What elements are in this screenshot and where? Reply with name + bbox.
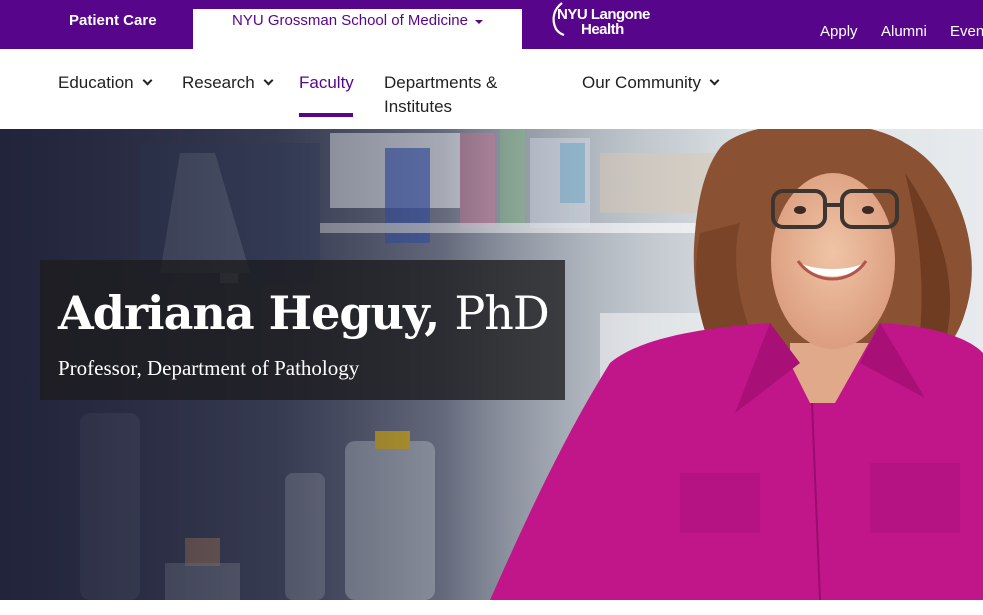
- school-selector-label: NYU Grossman School of Medicine: [232, 12, 468, 29]
- nav-faculty-label: Faculty: [299, 73, 354, 92]
- nav-education-label: Education: [58, 73, 134, 92]
- page-bottom-gap: [0, 600, 983, 615]
- nav-research-label: Research: [182, 73, 255, 92]
- nav-departments-label-line2: Institutes: [384, 97, 453, 116]
- nav-education[interactable]: Education: [58, 71, 153, 95]
- profile-position: Professor, Department of Pathology: [58, 356, 360, 380]
- nav-our-community[interactable]: Our Community: [582, 71, 720, 95]
- profile-degree: PhD: [454, 286, 549, 340]
- nav-faculty[interactable]: Faculty: [299, 71, 354, 95]
- patient-care-link[interactable]: Patient Care: [69, 12, 157, 29]
- chevron-down-icon: [709, 75, 720, 86]
- profile-name: Adriana Heguy, PhD: [58, 286, 550, 340]
- alumni-link[interactable]: Alumni: [881, 23, 927, 40]
- main-navigation: Education Research Faculty Departments &…: [0, 49, 983, 129]
- chevron-down-icon: [263, 75, 274, 86]
- school-selector-tab[interactable]: NYU Grossman School of Medicine: [193, 9, 522, 49]
- caret-down-icon: [474, 20, 483, 24]
- chevron-down-icon: [142, 75, 153, 86]
- active-nav-indicator: [299, 113, 353, 117]
- nav-departments-label-line1: Departments &: [384, 73, 498, 92]
- profile-title-box: Adriana Heguy, PhD Professor, Department…: [40, 260, 565, 400]
- nyu-langone-health-logo[interactable]: NYU Langone Health: [548, 1, 658, 39]
- events-link[interactable]: Events: [950, 23, 983, 40]
- hero-banner: Adriana Heguy, PhD Professor, Department…: [0, 113, 983, 600]
- nav-research[interactable]: Research: [182, 71, 274, 95]
- nav-our-community-label: Our Community: [582, 73, 702, 92]
- apply-link[interactable]: Apply: [820, 23, 858, 40]
- logo-text-line2: Health: [581, 21, 624, 38]
- top-utility-bar: Patient Care NYU Grossman School of Medi…: [0, 0, 983, 49]
- nav-departments-institutes[interactable]: Departments & Institutes: [384, 71, 497, 119]
